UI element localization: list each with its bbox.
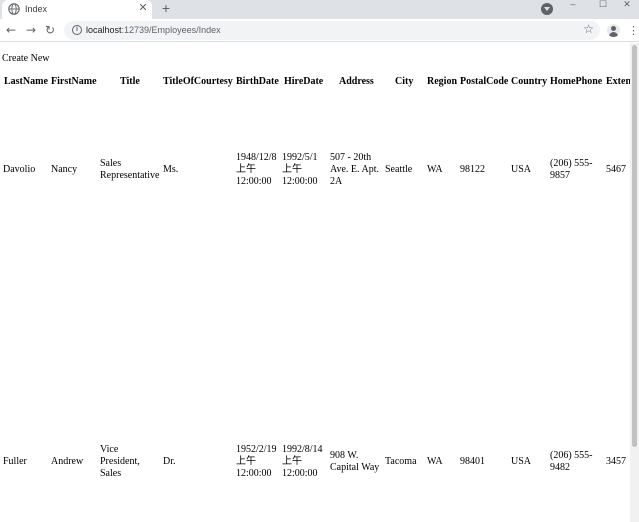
cell-region: WA [427, 456, 443, 467]
cell-region: WA [427, 164, 443, 175]
create-new-link[interactable]: Create New [2, 53, 49, 64]
cell-firstname: Andrew [51, 456, 84, 467]
column-header-firstname: FirstName [51, 76, 97, 87]
cell-address: 908 W. Capital Way [330, 450, 380, 473]
column-header-postalcode: PostalCode [460, 76, 509, 87]
cell-extension: 3457 [606, 456, 626, 467]
column-header-homephone: HomePhone [550, 76, 603, 87]
forward-arrow-icon[interactable]: → [23, 22, 39, 38]
minimize-button[interactable]: – [563, 0, 583, 10]
column-header-birthdate: BirthDate [236, 76, 279, 87]
vertical-scrollbar[interactable] [630, 43, 639, 522]
cell-title: Sales Representative [100, 158, 160, 181]
url-text: localhost:12739/Employees/Index [86, 25, 221, 35]
cell-courtesy: Ms. [163, 164, 179, 175]
reload-icon[interactable]: ↻ [42, 22, 58, 38]
info-icon[interactable]: i [72, 25, 82, 35]
cell-firstname: Nancy [51, 164, 78, 175]
column-header-address: Address [339, 76, 374, 87]
scrollbar-thumb[interactable] [632, 45, 637, 447]
cell-hiredate: 1992/8/14 上午 12:00:00 [282, 444, 323, 479]
bookmark-star-icon[interactable]: ☆ [583, 22, 594, 36]
column-header-hiredate: HireDate [284, 76, 324, 87]
browser-tab[interactable]: Index ✕ [2, 0, 152, 19]
globe-icon [8, 3, 20, 15]
cell-homephone: (206) 555- 9482 [550, 450, 593, 473]
browser-title-bar: Index ✕ + – ☐ ✕ [0, 0, 639, 19]
cell-title: Vice President, Sales [100, 444, 140, 479]
browser-toolbar: ← → ↻ i localhost:12739/Employees/Index … [0, 19, 639, 42]
column-header-titleofcourtesy: TitleOfCourtesy [163, 76, 233, 87]
cell-country: USA [511, 456, 532, 467]
maximize-button[interactable]: ☐ [593, 0, 613, 10]
cell-hiredate: 1992/5/1 上午 12:00:00 [282, 152, 318, 187]
address-bar[interactable]: i localhost:12739/Employees/Index ☆ [64, 21, 600, 40]
cell-courtesy: Dr. [163, 456, 176, 467]
column-header-city: City [395, 76, 414, 87]
column-header-title: Title [120, 76, 140, 87]
cell-lastname: Fuller [3, 456, 27, 467]
profile-dropdown-icon[interactable] [541, 3, 553, 15]
cell-lastname: Davolio [3, 164, 36, 175]
cell-birthdate: 1948/12/8 上午 12:00:00 [236, 152, 277, 187]
more-menu-icon[interactable]: ⋮ [628, 23, 639, 39]
cell-homephone: (206) 555- 9857 [550, 158, 593, 181]
column-header-region: Region [427, 76, 457, 87]
column-header-lastname: LastName [4, 76, 48, 87]
account-avatar-icon[interactable] [607, 24, 620, 37]
cell-city: Tacoma [385, 456, 417, 467]
tab-title: Index [25, 4, 48, 14]
cell-address: 507 - 20th Ave. E. Apt. 2A [330, 152, 379, 187]
column-header-extension: Extensi [606, 76, 630, 87]
close-tab-icon[interactable]: ✕ [136, 1, 150, 15]
page-viewport: Create New LastName FirstName Title Titl… [0, 43, 630, 522]
cell-city: Seattle [385, 164, 413, 175]
back-arrow-icon[interactable]: ← [3, 22, 19, 38]
window-close-button[interactable]: ✕ [617, 0, 637, 10]
cell-country: USA [511, 164, 532, 175]
column-header-country: Country [511, 76, 548, 87]
cell-postalcode: 98401 [460, 456, 485, 467]
cell-extension: 5467 [606, 164, 626, 175]
cell-birthdate: 1952/2/19 上午 12:00:00 [236, 444, 277, 479]
cell-postalcode: 98122 [460, 164, 485, 175]
new-tab-button[interactable]: + [158, 0, 174, 17]
